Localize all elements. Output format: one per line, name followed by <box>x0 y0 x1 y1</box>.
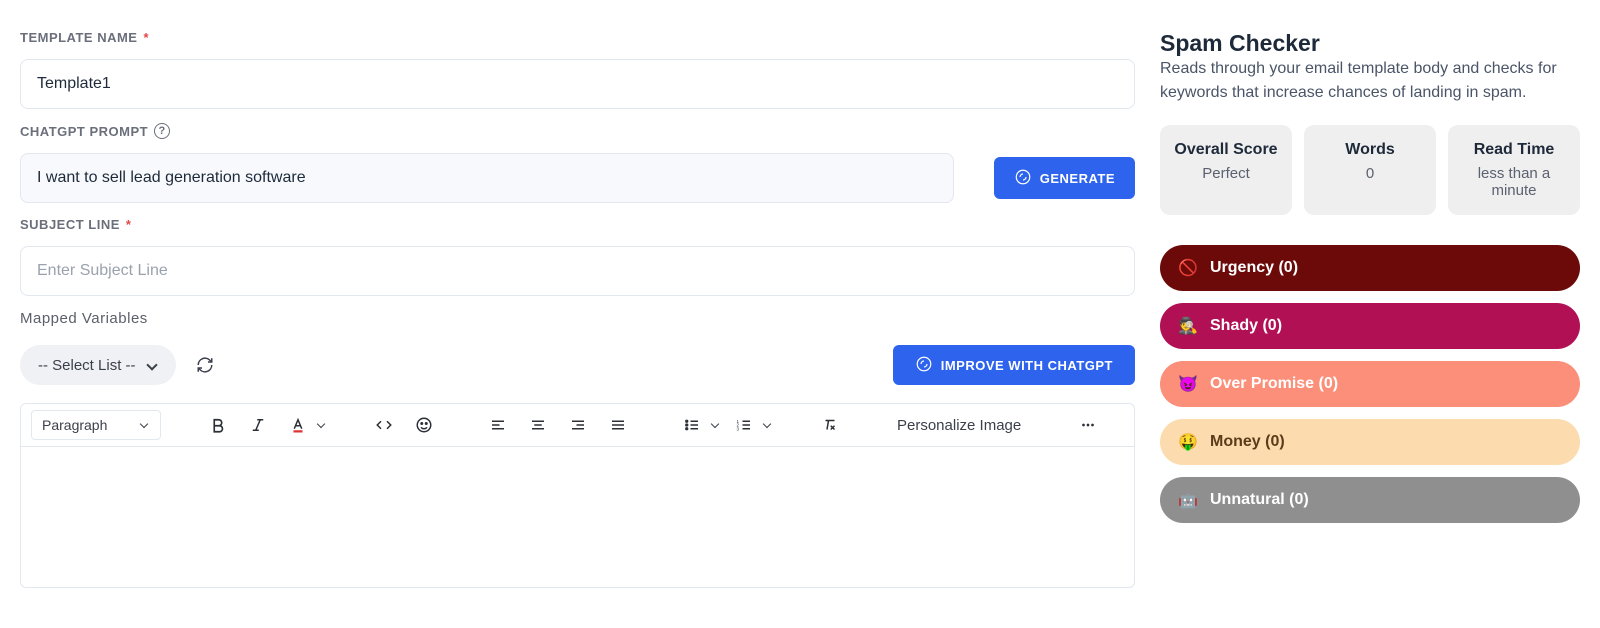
subject-line-label: SUBJECT LINE * <box>20 217 1135 232</box>
block-format-label: Paragraph <box>42 417 107 433</box>
ai-icon <box>915 355 933 376</box>
label-text: Mapped Variables <box>20 310 148 327</box>
personalize-image-button[interactable]: Personalize Image <box>887 410 1031 440</box>
help-icon[interactable]: ? <box>154 123 170 139</box>
category-icon: 🤖 <box>1178 490 1198 510</box>
ai-icon <box>1014 168 1032 189</box>
improve-label: IMPROVE WITH CHATGPT <box>941 358 1113 373</box>
editor-body[interactable] <box>21 447 1134 587</box>
category-label: Shady (0) <box>1210 317 1282 335</box>
metric-read-time: Read Time less than a minute <box>1448 125 1580 215</box>
bullet-list-icon <box>675 410 709 440</box>
align-right-button[interactable] <box>561 410 595 440</box>
ordered-list-button[interactable]: 123 <box>727 410 773 440</box>
category-icon: 🕵️ <box>1178 316 1198 336</box>
bold-button[interactable] <box>201 410 235 440</box>
spam-category-row[interactable]: 🤑 Money (0) <box>1160 419 1580 465</box>
metric-words: Words 0 <box>1304 125 1436 215</box>
clear-format-button[interactable] <box>813 410 847 440</box>
chatgpt-prompt-input[interactable] <box>20 153 954 203</box>
required-indicator: * <box>126 217 132 232</box>
spam-category-row[interactable]: 🕵️ Shady (0) <box>1160 303 1580 349</box>
generate-button[interactable]: GENERATE <box>994 157 1135 199</box>
mapped-vars-select[interactable]: -- Select List -- <box>20 345 176 385</box>
improve-with-chatgpt-button[interactable]: IMPROVE WITH CHATGPT <box>893 345 1135 385</box>
spam-categories: 🚫 Urgency (0) 🕵️ Shady (0) 😈 Over Promise (0)… <box>1160 245 1580 523</box>
spam-category-row[interactable]: 😈 Over Promise (0) <box>1160 361 1580 407</box>
spam-checker-description: Reads through your email template body a… <box>1160 57 1580 105</box>
category-icon: 😈 <box>1178 374 1198 394</box>
more-button[interactable] <box>1071 410 1105 440</box>
spam-category-row[interactable]: 🤖 Unnatural (0) <box>1160 477 1580 523</box>
chevron-down-icon <box>146 359 158 371</box>
required-indicator: * <box>143 30 149 45</box>
label-text: TEMPLATE NAME <box>20 30 137 45</box>
category-label: Over Promise (0) <box>1210 375 1338 393</box>
template-name-input[interactable] <box>20 59 1135 109</box>
select-label: -- Select List -- <box>38 357 136 374</box>
category-label: Money (0) <box>1210 433 1285 451</box>
metric-label: Words <box>1312 141 1428 159</box>
code-button[interactable] <box>367 410 401 440</box>
align-justify-button[interactable] <box>601 410 635 440</box>
category-icon: 🚫 <box>1178 258 1198 278</box>
text-color-button[interactable] <box>281 410 327 440</box>
metric-value: Perfect <box>1168 165 1284 182</box>
chevron-down-icon <box>763 420 773 430</box>
label-text: SUBJECT LINE <box>20 217 120 232</box>
refresh-button[interactable] <box>196 356 214 374</box>
category-icon: 🤑 <box>1178 432 1198 452</box>
mapped-vars-label: Mapped Variables <box>20 310 1135 327</box>
align-center-button[interactable] <box>521 410 555 440</box>
metric-label: Overall Score <box>1168 141 1284 159</box>
spam-checker-title: Spam Checker <box>1160 30 1580 57</box>
label-text: CHATGPT PROMPT <box>20 124 148 139</box>
editor-toolbar: Paragraph <box>21 404 1134 447</box>
rich-text-editor: Paragraph <box>20 403 1135 588</box>
subject-line-input[interactable] <box>20 246 1135 296</box>
emoji-button[interactable] <box>407 410 441 440</box>
spam-category-row[interactable]: 🚫 Urgency (0) <box>1160 245 1580 291</box>
bullet-list-button[interactable] <box>675 410 721 440</box>
category-label: Unnatural (0) <box>1210 491 1309 509</box>
chevron-down-icon <box>140 420 150 430</box>
metric-overall-score: Overall Score Perfect <box>1160 125 1292 215</box>
category-label: Urgency (0) <box>1210 259 1298 277</box>
align-left-button[interactable] <box>481 410 515 440</box>
metric-label: Read Time <box>1456 141 1572 159</box>
italic-button[interactable] <box>241 410 275 440</box>
template-name-label: TEMPLATE NAME * <box>20 30 1135 45</box>
spam-metrics: Overall Score Perfect Words 0 Read Time … <box>1160 125 1580 215</box>
text-color-icon <box>281 410 315 440</box>
chevron-down-icon <box>711 420 721 430</box>
metric-value: less than a minute <box>1456 165 1572 199</box>
block-format-select[interactable]: Paragraph <box>31 410 161 440</box>
ordered-list-icon: 123 <box>727 410 761 440</box>
generate-label: GENERATE <box>1040 171 1115 186</box>
svg-text:3: 3 <box>737 426 740 431</box>
chatgpt-prompt-label: CHATGPT PROMPT ? <box>20 123 1135 139</box>
chevron-down-icon <box>317 420 327 430</box>
metric-value: 0 <box>1312 165 1428 182</box>
